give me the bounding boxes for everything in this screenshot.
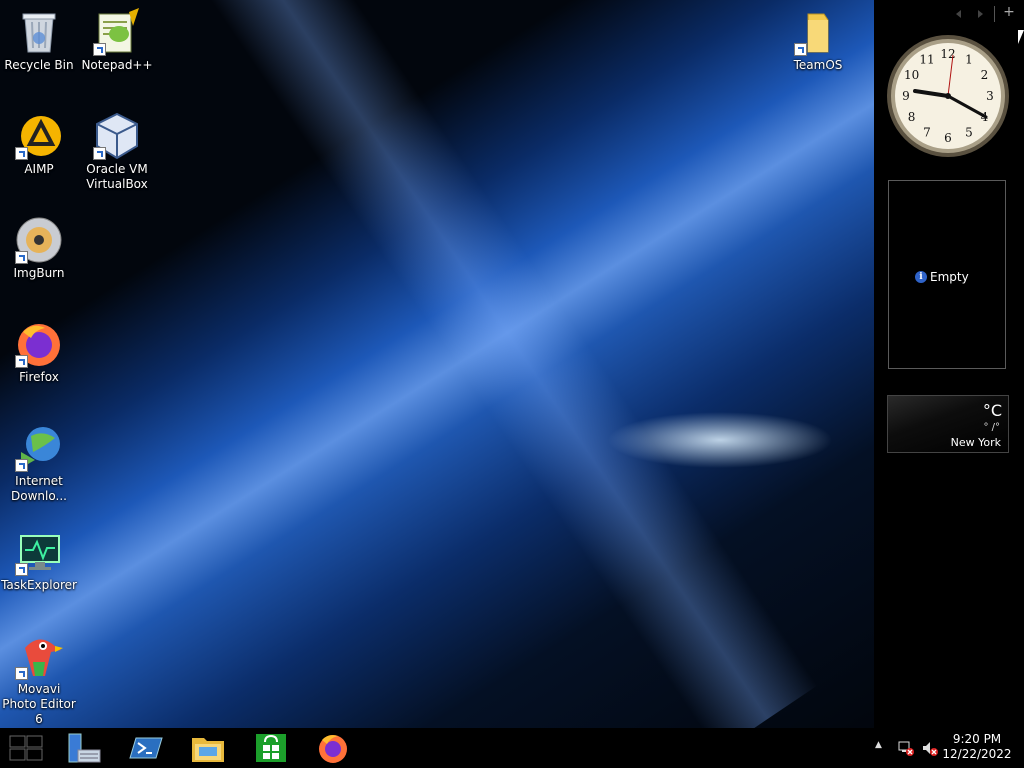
server-manager-icon bbox=[68, 733, 101, 763]
shortcut-arrow-icon bbox=[794, 43, 807, 56]
imgburn-icon bbox=[15, 216, 63, 264]
wallpaper-streak bbox=[170, 0, 818, 753]
info-icon: i bbox=[915, 271, 927, 283]
sidebar-divider bbox=[994, 6, 995, 22]
show-hidden-icons-button[interactable]: ▲ bbox=[875, 740, 882, 750]
mouse-cursor-icon bbox=[1018, 30, 1024, 44]
weather-range: ° /° bbox=[983, 422, 1000, 433]
taskbar-clock[interactable]: 9:20 PM 12/22/2022 bbox=[942, 732, 1012, 762]
shortcut-arrow-icon bbox=[15, 355, 28, 368]
taskbar-server-manager-button[interactable] bbox=[66, 732, 101, 764]
taskbar: ▲ 9:20 PM 12/22/2022 bbox=[0, 728, 1024, 768]
start-icon bbox=[9, 735, 43, 761]
clock-numeral: 2 bbox=[981, 68, 989, 82]
desktop-icon-label: TeamOS bbox=[793, 58, 843, 72]
powershell-icon bbox=[129, 737, 163, 759]
clock-numeral: 8 bbox=[908, 110, 916, 124]
recycle-bin-icon bbox=[15, 8, 63, 56]
desktop-icon-internet-download-manager[interactable]: Internet Downlo... bbox=[0, 418, 78, 504]
volume-muted-icon[interactable] bbox=[922, 740, 938, 756]
taskbar-time: 9:20 PM bbox=[952, 732, 1002, 746]
shortcut-arrow-icon bbox=[15, 459, 28, 472]
desktop-icon-notepadpp[interactable]: Notepad++ bbox=[78, 2, 156, 73]
taskbar-store-button[interactable] bbox=[254, 732, 288, 764]
clock-numeral: 12 bbox=[940, 47, 955, 61]
shortcut-arrow-icon bbox=[15, 251, 28, 264]
taskbar-date: 12/22/2022 bbox=[942, 747, 1012, 761]
weather-gadget[interactable]: °C ° /° New York bbox=[887, 395, 1009, 453]
desktop-icon-firefox[interactable]: Firefox bbox=[0, 314, 78, 385]
desktop-icon-label: AIMP bbox=[24, 162, 54, 176]
folder-icon bbox=[794, 8, 842, 56]
clock-numeral: 9 bbox=[902, 89, 910, 103]
desktop-icon-label: Movavi Photo Editor 6 bbox=[2, 682, 76, 726]
desktop-icon-label: Firefox bbox=[19, 370, 59, 384]
notepadpp-icon bbox=[93, 8, 141, 56]
weather-temperature-unit: °C bbox=[982, 401, 1002, 420]
sidebar-next-icon[interactable] bbox=[978, 10, 983, 18]
clock-numeral: 1 bbox=[965, 53, 973, 67]
desktop-icon-label: Notepad++ bbox=[81, 58, 153, 72]
taskbar-powershell-button[interactable] bbox=[128, 732, 163, 764]
slideshow-empty-message: i Empty bbox=[915, 270, 969, 284]
file-explorer-icon bbox=[192, 738, 224, 762]
weather-city: New York bbox=[950, 436, 1001, 449]
shortcut-arrow-icon bbox=[15, 563, 28, 576]
start-button[interactable] bbox=[8, 732, 43, 764]
shortcut-arrow-icon bbox=[15, 147, 28, 160]
clock-numeral: 11 bbox=[919, 53, 934, 67]
desktop-icon-recycle-bin[interactable]: Recycle Bin bbox=[0, 2, 78, 73]
aimp-icon bbox=[15, 112, 63, 160]
clock-numeral: 3 bbox=[986, 89, 994, 103]
internet-download-manager-icon bbox=[15, 424, 63, 472]
add-gadget-button[interactable]: + bbox=[1002, 4, 1016, 20]
clock-numeral: 5 bbox=[965, 125, 973, 139]
desktop-icon-imgburn[interactable]: ImgBurn bbox=[0, 210, 78, 281]
desktop-icon-label: Oracle VM VirtualBox bbox=[86, 162, 148, 191]
desktop-icon-label: TaskExplorer bbox=[1, 578, 77, 592]
movavi-photo-editor-icon bbox=[15, 632, 63, 680]
taskexplorer-icon bbox=[15, 528, 63, 576]
desktop-icon-label: ImgBurn bbox=[13, 266, 65, 280]
sidebar-prev-icon[interactable] bbox=[956, 10, 961, 18]
clock-numeral: 6 bbox=[944, 131, 952, 145]
shortcut-arrow-icon bbox=[93, 43, 106, 56]
desktop-icon-virtualbox[interactable]: Oracle VM VirtualBox bbox=[78, 106, 156, 192]
shortcut-arrow-icon bbox=[15, 667, 28, 680]
firefox-icon bbox=[319, 735, 347, 763]
taskbar-file-explorer-button[interactable] bbox=[190, 732, 224, 764]
clock-numeral: 7 bbox=[923, 125, 931, 139]
desktop-icon-teamos[interactable]: TeamOS bbox=[779, 2, 857, 73]
taskbar-firefox-button[interactable] bbox=[316, 732, 350, 764]
desktop-icon-movavi-photo-editor[interactable]: Movavi Photo Editor 6 bbox=[0, 626, 78, 727]
shortcut-arrow-icon bbox=[93, 147, 106, 160]
network-icon[interactable] bbox=[898, 740, 914, 756]
desktop-icon-aimp[interactable]: AIMP bbox=[0, 106, 78, 177]
store-icon bbox=[256, 734, 286, 762]
desktop-icon-label: Internet Downlo... bbox=[11, 474, 67, 503]
slideshow-status: Empty bbox=[930, 270, 969, 284]
slideshow-gadget[interactable]: i Empty bbox=[888, 180, 1006, 369]
firefox-icon bbox=[15, 320, 63, 368]
clock-gadget[interactable]: 121234567891011 bbox=[885, 33, 1011, 159]
clock-face: 121234567891011 bbox=[887, 35, 1009, 157]
virtualbox-icon bbox=[93, 112, 141, 160]
clock-numeral: 10 bbox=[904, 68, 919, 82]
desktop-icon-taskexplorer[interactable]: TaskExplorer bbox=[0, 522, 78, 593]
desktop-icon-label: Recycle Bin bbox=[4, 58, 74, 72]
